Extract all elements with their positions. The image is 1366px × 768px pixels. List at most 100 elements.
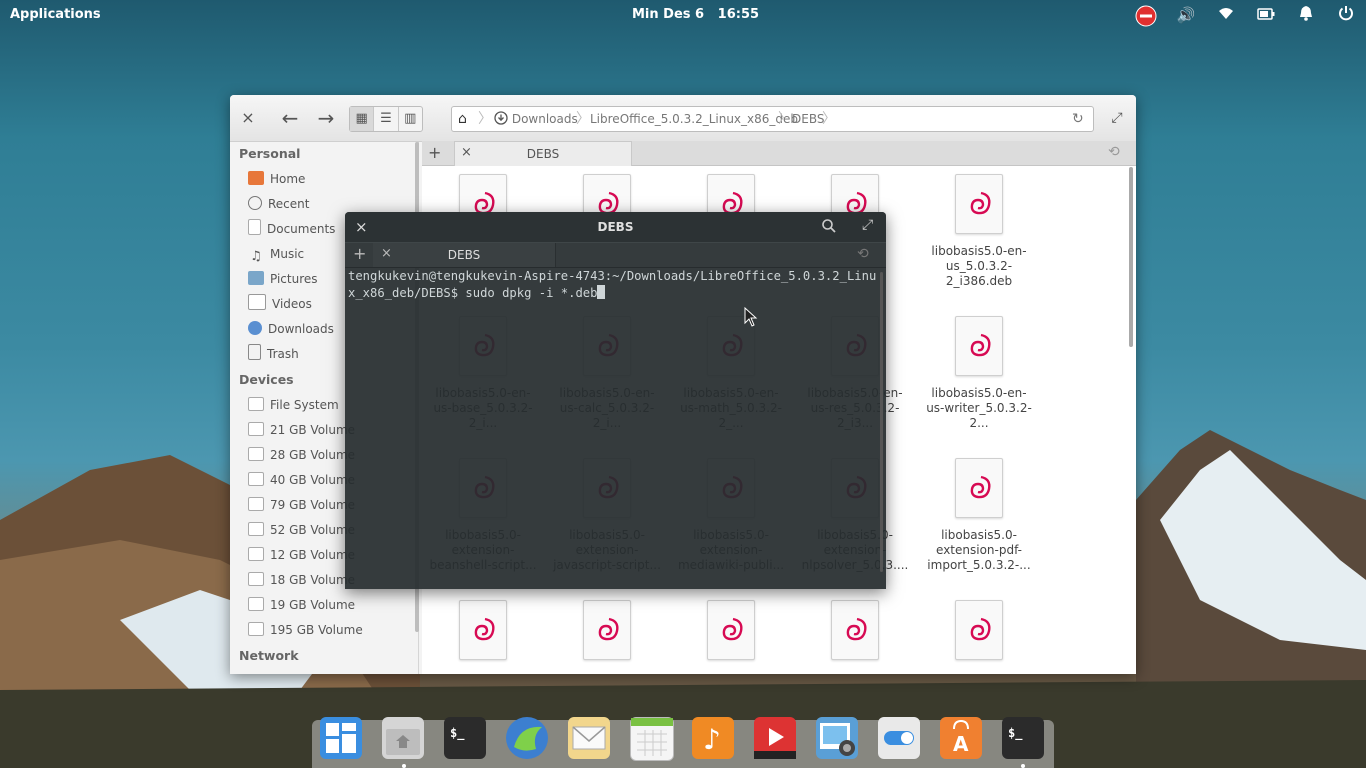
file-item[interactable]: libobasis5.0-extension-pdf-import_5.0.3.… <box>924 458 1034 573</box>
multitasking-view-icon[interactable] <box>320 717 362 759</box>
debian-package-icon <box>955 174 1003 234</box>
grid-view-icon[interactable]: ▦ <box>350 107 375 131</box>
sidebar-device[interactable]: 52 GB Volume <box>248 520 355 540</box>
debian-package-icon <box>955 458 1003 518</box>
sidebar-device[interactable]: 12 GB Volume <box>248 545 355 565</box>
sidebar-device[interactable]: 21 GB Volume <box>248 420 355 440</box>
sidebar-device[interactable]: 195 GB Volume <box>248 620 363 640</box>
sidebar-device[interactable]: 19 GB Volume <box>248 595 355 615</box>
sidebar-item-trash[interactable]: Trash <box>248 344 299 364</box>
file-item[interactable]: libobasis5.0-en-us_5.0.3.2-2_i386.deb <box>924 174 1034 289</box>
home-icon[interactable]: ⌂ <box>458 107 467 131</box>
web-browser-icon[interactable] <box>506 717 548 759</box>
terminal-running-icon[interactable]: $_ <box>1002 717 1044 759</box>
notifications-icon[interactable] <box>1296 5 1316 25</box>
videos-icon[interactable] <box>754 717 796 759</box>
tab-label: DEBS <box>526 147 560 161</box>
power-icon[interactable] <box>1336 5 1356 25</box>
sidebar-item-videos[interactable]: Videos <box>248 294 312 314</box>
breadcrumb-debs[interactable]: DEBS <box>792 107 824 131</box>
back-button[interactable]: ← <box>279 107 301 129</box>
calendar-icon[interactable] <box>630 717 674 761</box>
app-center-icon[interactable]: A <box>940 717 982 759</box>
tab-debs[interactable]: × DEBS <box>454 141 632 166</box>
close-icon[interactable]: × <box>237 107 259 129</box>
tab-bar: + × DEBS ⟲ <box>422 141 1136 166</box>
applications-menu[interactable]: Applications <box>10 7 101 22</box>
reload-icon[interactable]: ↻ <box>1072 107 1084 131</box>
file-item[interactable] <box>428 600 538 670</box>
breadcrumb-downloads[interactable]: Downloads <box>494 107 578 131</box>
list-view-icon[interactable]: ☰ <box>374 107 399 131</box>
search-icon[interactable] <box>821 218 837 237</box>
sidebar-item-pictures[interactable]: Pictures <box>248 269 318 289</box>
new-tab-icon[interactable]: + <box>428 143 441 162</box>
sidebar-header-network: Network <box>239 648 299 663</box>
trash-icon <box>248 344 261 360</box>
files-icon[interactable] <box>382 717 424 759</box>
clock[interactable]: Min Des 6 16:55 <box>632 7 759 22</box>
terminal-tab-debs[interactable]: × DEBS <box>373 243 556 267</box>
history-icon[interactable]: ⟲ <box>857 246 869 262</box>
location-bar[interactable]: ⌂ 〉 Downloads 〉 LibreOffice_5.0.3.2_Linu… <box>451 106 1094 132</box>
file-item[interactable] <box>552 600 662 670</box>
sidebar-device[interactable]: 28 GB Volume <box>248 445 355 465</box>
sidebar-device-file-system[interactable]: File System <box>248 395 339 415</box>
terminal-icon[interactable]: $_ <box>444 717 486 759</box>
svg-text:A: A <box>953 732 969 756</box>
debian-package-icon <box>955 600 1003 660</box>
drive-icon <box>248 422 264 436</box>
drive-icon <box>248 572 264 586</box>
svg-text:$_: $_ <box>450 726 465 741</box>
running-indicator <box>402 764 406 768</box>
debian-package-icon <box>955 316 1003 376</box>
file-item[interactable] <box>676 600 786 670</box>
wifi-icon[interactable] <box>1216 5 1236 25</box>
drive-icon <box>248 397 264 411</box>
sidebar-device[interactable]: 79 GB Volume <box>248 495 355 515</box>
breadcrumb-libreoffice[interactable]: LibreOffice_5.0.3.2_Linux_x86_deb <box>590 107 798 131</box>
volume-icon[interactable]: 🔊 <box>1176 5 1196 25</box>
do-not-disturb-icon[interactable] <box>1135 5 1157 27</box>
column-view-icon[interactable]: ▥ <box>399 107 422 131</box>
terminal-output[interactable]: tengkukevin@tengkukevin-Aspire-4743:~/Do… <box>348 268 878 578</box>
sidebar-item-home[interactable]: Home <box>248 169 305 189</box>
sidebar-header-devices: Devices <box>239 372 294 387</box>
drive-icon <box>248 447 264 461</box>
mail-icon[interactable] <box>568 717 610 759</box>
svg-text:$_: $_ <box>1008 726 1023 741</box>
file-item[interactable] <box>800 600 910 670</box>
view-switcher: ▦ ☰ ▥ <box>349 106 423 132</box>
videos-icon <box>248 294 266 310</box>
sidebar-header-personal: Personal <box>239 146 301 161</box>
music-icon[interactable]: ♪ <box>692 717 734 759</box>
history-icon[interactable]: ⟲ <box>1108 144 1120 160</box>
running-indicator <box>1021 764 1025 768</box>
sidebar-item-recent[interactable]: Recent <box>248 194 309 214</box>
maximize-icon[interactable]: ⤢ <box>862 217 873 233</box>
battery-icon[interactable] <box>1256 5 1276 25</box>
file-item[interactable]: libobasis5.0-en-us-writer_5.0.3.2-2... <box>924 316 1034 431</box>
terminal-tab-label: DEBS <box>447 248 481 262</box>
new-tab-icon[interactable]: + <box>353 244 366 263</box>
sidebar-item-music[interactable]: ♫ Music <box>248 244 304 264</box>
debian-package-icon <box>707 600 755 660</box>
sidebar-item-documents[interactable]: Documents <box>248 219 335 239</box>
file-label: libobasis5.0-en-us_5.0.3.2-2_i386.deb <box>931 244 1027 288</box>
top-panel: Applications Min Des 6 16:55 🔊 <box>0 0 1366 30</box>
photos-icon[interactable] <box>816 717 858 759</box>
sidebar-item-downloads[interactable]: Downloads <box>248 319 334 339</box>
terminal-scrollbar[interactable] <box>880 272 883 572</box>
file-manager-headerbar: × ← → ▦ ☰ ▥ ⌂ 〉 Downloads 〉 LibreOffice_… <box>230 95 1136 142</box>
system-settings-icon[interactable] <box>878 717 920 759</box>
terminal-headerbar: × DEBS ⤢ <box>345 212 886 242</box>
sidebar-device[interactable]: 40 GB Volume <box>248 470 355 490</box>
grid-scrollbar[interactable] <box>1129 167 1133 347</box>
document-icon <box>248 219 261 235</box>
sidebar-device[interactable]: 18 GB Volume <box>248 570 355 590</box>
file-item[interactable] <box>924 600 1034 670</box>
clock-icon <box>248 196 262 210</box>
maximize-icon[interactable]: ⤢ <box>1106 107 1128 129</box>
terminal-cursor <box>597 285 606 299</box>
forward-button[interactable]: → <box>315 107 337 129</box>
